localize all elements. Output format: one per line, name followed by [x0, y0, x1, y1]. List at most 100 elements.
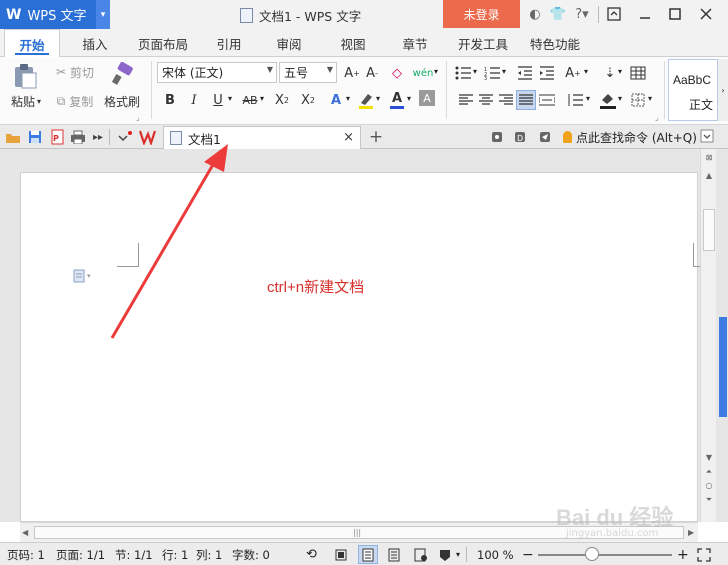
tab-insert[interactable]: 插入 — [70, 29, 120, 57]
protect-view-icon[interactable]: ▾ — [438, 546, 460, 563]
tab-review[interactable]: 审阅 — [266, 29, 312, 57]
underline-icon[interactable]: U — [208, 90, 228, 110]
status-page-number[interactable]: 页码: 1 — [7, 546, 45, 563]
skin-icon[interactable]: ◐ — [526, 5, 544, 23]
vertical-scroll-thumb[interactable] — [703, 209, 715, 251]
align-left-icon[interactable] — [456, 90, 476, 110]
shrink-font-icon[interactable]: A- — [362, 63, 382, 83]
zoom-level[interactable]: 100 % — [477, 546, 514, 563]
tab-start[interactable]: 开始 — [4, 29, 60, 58]
copy-button[interactable]: ⧉ 复制 — [52, 92, 98, 110]
scroll-top-icon[interactable]: ⊠ — [703, 153, 715, 165]
tab-sections[interactable]: 章节 — [392, 29, 438, 57]
pinyin-guide-icon[interactable]: wén — [413, 63, 434, 83]
chevron-down-icon[interactable]: ▾ — [434, 67, 438, 76]
zoom-slider-thumb[interactable] — [584, 547, 599, 561]
help-icon[interactable]: ?▾ — [571, 5, 593, 23]
select-browse-icon[interactable]: ○ — [703, 481, 715, 491]
font-family-select[interactable]: 宋体 (正文) ▼ — [157, 62, 277, 83]
minimize-ribbon-icon[interactable] — [700, 129, 714, 143]
chevron-down-icon[interactable]: ▾ — [376, 94, 380, 103]
clear-format-icon[interactable]: ◇ — [387, 63, 407, 83]
minimize-icon[interactable] — [633, 3, 657, 25]
zoom-slider-track[interactable] — [538, 554, 672, 556]
app-menu-arrow-icon[interactable]: ▾ — [96, 0, 110, 29]
decrease-indent-icon[interactable] — [515, 63, 535, 83]
numbered-list-icon[interactable]: 123 — [482, 63, 502, 83]
chevron-down-icon[interactable]: ▾ — [407, 94, 411, 103]
format-painter-icon[interactable] — [110, 61, 136, 86]
char-shading-icon[interactable]: A — [419, 90, 435, 106]
doc-sync-icon[interactable] — [488, 128, 506, 146]
focus-mode-icon[interactable] — [334, 546, 348, 563]
close-window-icon[interactable] — [694, 3, 718, 25]
doc-share-icon[interactable]: D — [511, 128, 529, 146]
text-effect-icon[interactable]: A — [326, 90, 346, 110]
chevron-down-icon[interactable]: ▾ — [228, 94, 232, 103]
table-icon[interactable] — [628, 63, 648, 83]
borders-icon[interactable] — [628, 90, 648, 110]
tab-page-layout[interactable]: 页面布局 — [132, 29, 194, 57]
history-icon[interactable]: ⟲ — [306, 546, 317, 563]
chevron-down-icon[interactable]: ▾ — [346, 94, 350, 103]
subscript-icon[interactable]: X2 — [298, 90, 318, 110]
command-search[interactable]: 点此查找命令 (Alt+Q) — [563, 128, 697, 146]
open-folder-icon[interactable] — [4, 128, 22, 146]
align-center-icon[interactable] — [476, 90, 496, 110]
grow-font-icon[interactable]: A + — [342, 63, 362, 83]
close-tab-icon[interactable]: × — [343, 130, 354, 145]
scroll-up-icon[interactable]: ▲ — [703, 171, 715, 181]
sort-icon[interactable]: ⇣ — [600, 63, 620, 83]
scroll-down-icon[interactable]: ▼ — [703, 453, 715, 463]
highlight-icon[interactable] — [356, 90, 376, 110]
chevron-down-icon[interactable]: ▾ — [586, 94, 590, 103]
app-menu-button[interactable]: W WPS 文字 ▾ — [0, 0, 110, 29]
bold-icon[interactable]: B — [160, 90, 180, 110]
font-color-icon[interactable]: A — [387, 88, 407, 109]
doc-send-icon[interactable] — [536, 128, 554, 146]
chevron-down-icon[interactable]: ▾ — [260, 94, 264, 103]
chevron-down-icon[interactable]: ▾ — [502, 67, 506, 76]
tab-view[interactable]: 视图 — [330, 29, 376, 57]
tab-features[interactable]: 特色功能 — [524, 29, 586, 57]
side-panel-tab[interactable] — [719, 317, 727, 417]
maximize-icon[interactable] — [663, 3, 687, 25]
strikethrough-icon[interactable]: AB — [240, 90, 260, 110]
login-button[interactable]: 未登录 — [443, 0, 520, 28]
status-word-count[interactable]: 字数: 0 — [232, 546, 270, 563]
font-size-select[interactable]: 五号 ▼ — [279, 62, 337, 83]
format-painter-button[interactable]: 格式刷 — [102, 92, 142, 110]
distributed-align-icon[interactable] — [537, 90, 557, 110]
tab-developer[interactable]: 开发工具 — [450, 29, 516, 57]
align-right-icon[interactable] — [496, 90, 516, 110]
restore-ribbon-icon[interactable] — [602, 3, 626, 25]
new-tab-icon[interactable]: + — [367, 127, 385, 147]
chevron-down-icon[interactable]: ▾ — [473, 67, 477, 76]
export-pdf-icon[interactable]: P — [48, 128, 66, 146]
line-spacing-icon[interactable] — [565, 90, 585, 110]
chevron-down-icon[interactable]: ▾ — [584, 67, 588, 76]
zoom-in-icon[interactable]: + — [677, 546, 689, 563]
shirt-icon[interactable]: 👕 — [549, 5, 567, 23]
vertical-scrollbar[interactable]: ⊠ ▲ ▼ ⏶ ○ ⏷ — [700, 149, 716, 522]
chevron-down-icon[interactable]: ▾ — [648, 94, 652, 103]
save-icon[interactable] — [26, 128, 44, 146]
tab-references[interactable]: 引用 — [206, 29, 252, 57]
print-icon[interactable] — [69, 128, 87, 146]
chevron-down-icon[interactable]: ▾ — [618, 67, 622, 76]
chevron-down-icon[interactable]: ▾ — [618, 94, 622, 103]
prev-page-icon[interactable]: ⏶ — [703, 467, 715, 477]
scroll-left-icon[interactable]: ◀ — [22, 528, 28, 537]
paste-icon[interactable] — [12, 63, 38, 89]
case-change-icon[interactable]: A + — [563, 63, 583, 83]
cut-button[interactable]: ✂ 剪切 — [52, 63, 98, 81]
increase-indent-icon[interactable] — [537, 63, 557, 83]
fit-window-icon[interactable] — [697, 546, 711, 563]
bullet-list-icon[interactable] — [453, 63, 473, 83]
clipboard-expand-icon[interactable]: ⌟ — [136, 113, 140, 122]
reading-view-icon[interactable] — [414, 546, 428, 563]
outline-view-icon[interactable] — [388, 546, 400, 563]
paragraph-shading-icon[interactable] — [598, 90, 618, 110]
paste-button[interactable]: 粘贴 ▾ — [4, 92, 48, 110]
superscript-icon[interactable]: X2 — [272, 90, 292, 110]
